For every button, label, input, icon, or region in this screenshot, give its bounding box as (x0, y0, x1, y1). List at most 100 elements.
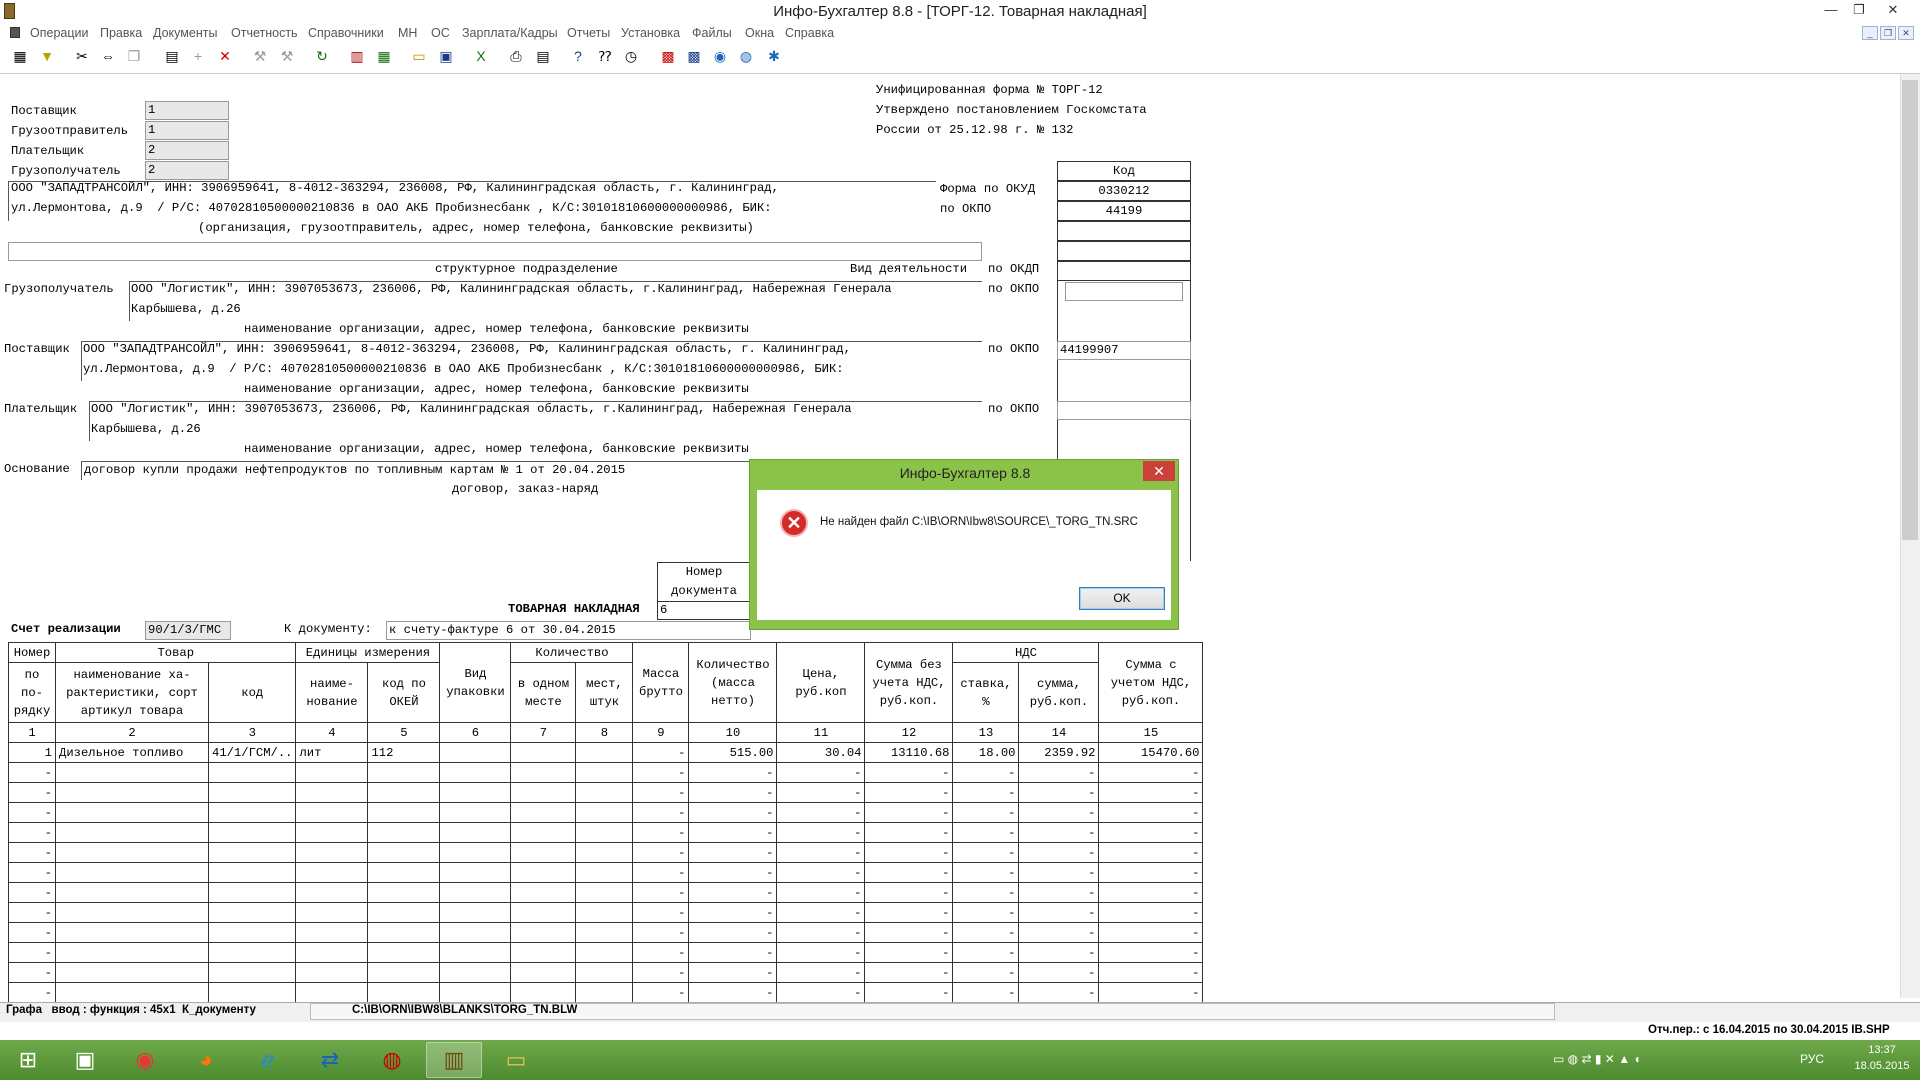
table-cell[interactable] (295, 882, 369, 903)
table-cell[interactable]: - (864, 982, 954, 1003)
table-cell[interactable] (367, 782, 441, 803)
table-row[interactable]: -------- (8, 962, 1204, 983)
table-cell[interactable]: - (776, 922, 866, 943)
menu-reporting[interactable]: Отчетность (231, 24, 298, 42)
table-cell[interactable]: - (632, 822, 690, 843)
table-cell[interactable]: - (8, 982, 56, 1003)
copy-icon[interactable]: ❐ (124, 46, 144, 66)
table-cell[interactable]: - (776, 762, 866, 783)
supplier-okpo-field[interactable]: 44199907 (1057, 341, 1191, 360)
table-row[interactable]: -------- (8, 842, 1204, 863)
table-cell[interactable]: 41/1/ГСМ/.. (207, 742, 297, 763)
table-cell[interactable]: - (8, 902, 56, 923)
table-cell[interactable]: лит (295, 742, 369, 763)
table-cell[interactable] (439, 982, 512, 1003)
table-cell[interactable] (207, 802, 297, 823)
table-cell[interactable]: - (8, 762, 56, 783)
table-cell[interactable]: - (632, 962, 690, 983)
table-cell[interactable]: - (776, 982, 866, 1003)
mn-icon[interactable]: ▩ (684, 46, 704, 66)
close-window-button[interactable]: ✕ (1880, 0, 1906, 20)
table-cell[interactable]: - (632, 802, 690, 823)
table-cell[interactable] (295, 822, 369, 843)
table-cell[interactable] (439, 882, 512, 903)
table-cell[interactable]: - (776, 862, 866, 883)
table-cell[interactable] (575, 802, 634, 823)
table-cell[interactable] (510, 942, 577, 963)
table-cell[interactable] (439, 742, 512, 763)
table-cell[interactable]: - (864, 902, 954, 923)
table-cell[interactable]: - (632, 882, 690, 903)
table-cell[interactable]: - (1098, 822, 1204, 843)
table-cell[interactable] (295, 782, 369, 803)
table-cell[interactable]: 112 (367, 742, 441, 763)
table-cell[interactable]: 18.00 (952, 742, 1020, 763)
menu-edit[interactable]: Правка (100, 24, 142, 42)
clock-date[interactable]: 18.05.2015 (1852, 1060, 1912, 1072)
table-cell[interactable]: - (952, 842, 1020, 863)
table-cell[interactable]: - (952, 962, 1020, 983)
table-cell[interactable] (575, 942, 634, 963)
payer-code-field[interactable]: 2 (145, 141, 229, 160)
table-row[interactable]: -------- (8, 982, 1204, 1003)
table-cell[interactable]: - (632, 902, 690, 923)
table-cell[interactable]: - (1098, 802, 1204, 823)
table-cell[interactable]: - (1098, 902, 1204, 923)
table-cell[interactable]: - (688, 902, 778, 923)
clock-time[interactable]: 13:37 (1860, 1044, 1904, 1056)
table-cell[interactable] (207, 982, 297, 1003)
teamviewer-icon[interactable]: ⇄ (302, 1042, 358, 1078)
open-icon[interactable]: ▭ (409, 46, 429, 66)
table-cell[interactable] (207, 842, 297, 863)
table-cell[interactable]: - (8, 962, 56, 983)
menu-os[interactable]: ОС (431, 24, 450, 42)
table-cell[interactable]: - (776, 802, 866, 823)
book-icon[interactable]: ▩ (658, 46, 678, 66)
table-cell[interactable] (207, 942, 297, 963)
table-cell[interactable]: - (864, 782, 954, 803)
table-cell[interactable]: - (776, 882, 866, 903)
table-cell[interactable]: - (8, 942, 56, 963)
context-help-icon[interactable]: ⁇ (595, 46, 615, 66)
table-row[interactable]: -------- (8, 802, 1204, 823)
web-icon[interactable]: ◍ (736, 46, 756, 66)
table-cell[interactable]: Дизельное топливо (55, 742, 209, 763)
table-cell[interactable] (510, 762, 577, 783)
table-cell[interactable] (367, 922, 441, 943)
table-cell[interactable]: - (776, 942, 866, 963)
table-cell[interactable]: 1 (8, 742, 56, 763)
table-cell[interactable] (510, 742, 577, 763)
table-cell[interactable]: - (688, 822, 778, 843)
table-cell[interactable] (367, 982, 441, 1003)
1c-icon[interactable]: ◍ (364, 1042, 420, 1078)
table-cell[interactable]: - (688, 782, 778, 803)
payer-okpo-field[interactable] (1057, 401, 1191, 420)
filter-icon[interactable]: ▼ (37, 46, 57, 66)
table-cell[interactable] (367, 882, 441, 903)
table-cell[interactable] (207, 962, 297, 983)
table-cell[interactable] (367, 842, 441, 863)
table-cell[interactable] (439, 962, 512, 983)
table-cell[interactable] (295, 942, 369, 963)
table-cell[interactable]: - (1098, 862, 1204, 883)
clock-icon[interactable]: ◷ (621, 46, 641, 66)
table-cell[interactable]: - (1018, 962, 1100, 983)
table-cell[interactable] (55, 962, 209, 983)
restore-button[interactable]: ❐ (1846, 0, 1872, 20)
ok-button[interactable]: OK (1079, 587, 1165, 610)
preview-icon[interactable]: ▤ (533, 46, 553, 66)
add-icon[interactable]: + (188, 46, 208, 66)
table-cell[interactable]: - (1098, 922, 1204, 943)
table-cell[interactable]: - (1098, 942, 1204, 963)
language-indicator[interactable]: РУС (1800, 1052, 1824, 1066)
table-cell[interactable] (55, 882, 209, 903)
table-cell[interactable]: - (688, 962, 778, 983)
table-cell[interactable]: - (632, 942, 690, 963)
table-cell[interactable] (439, 822, 512, 843)
table-cell[interactable] (575, 742, 634, 763)
tool-icon[interactable]: ⚒ (250, 46, 270, 66)
table-cell[interactable]: - (776, 842, 866, 863)
files-icon[interactable]: ▭ (488, 1042, 544, 1078)
menu-documents[interactable]: Документы (153, 24, 217, 42)
table-row[interactable]: -------- (8, 922, 1204, 943)
